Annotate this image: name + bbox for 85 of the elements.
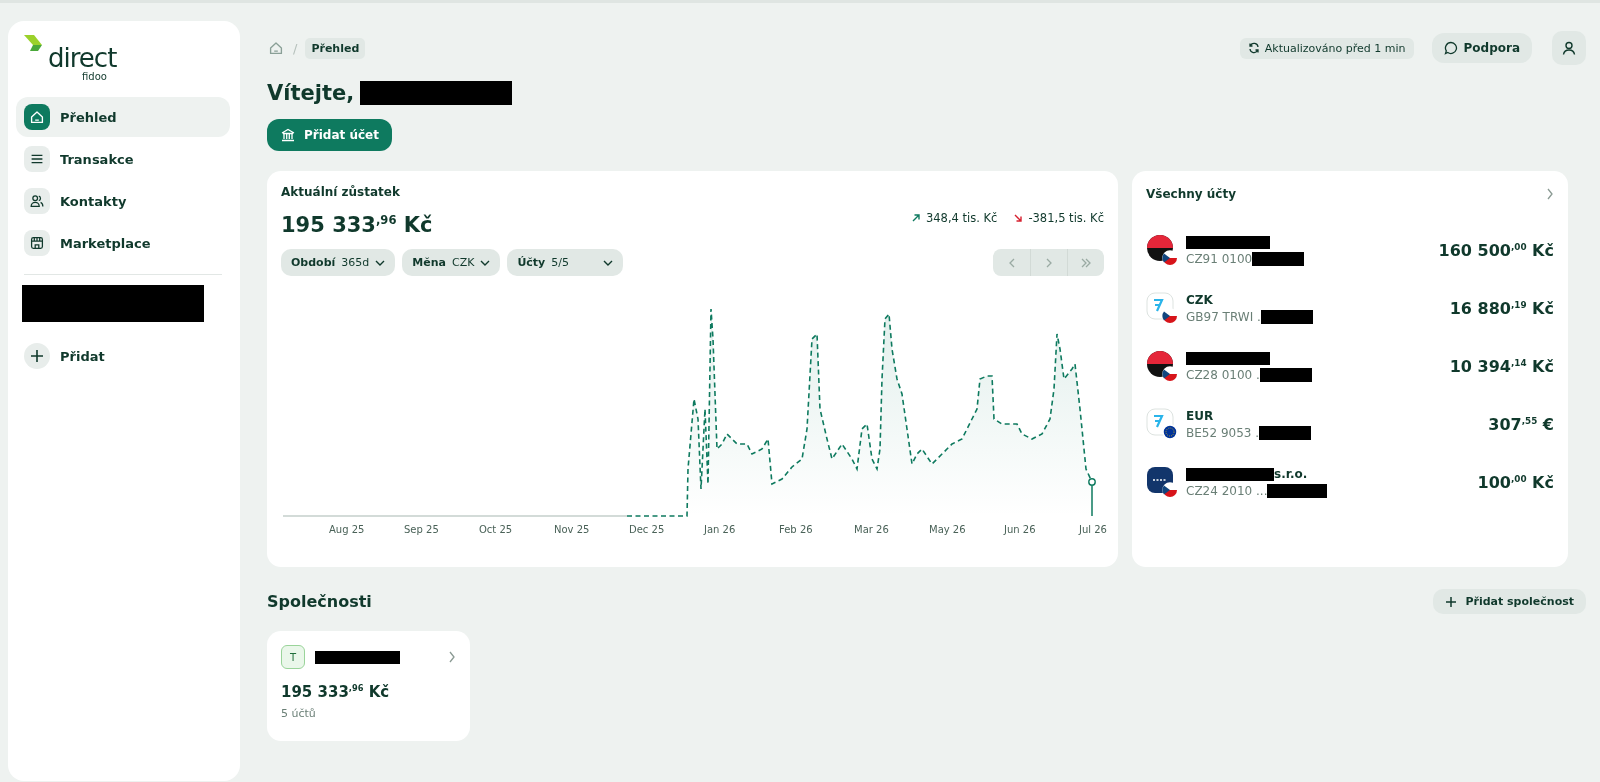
axis-label: Feb 26: [779, 524, 814, 535]
profile-button[interactable]: [1552, 31, 1586, 65]
axis-label: Nov 25: [554, 524, 591, 535]
chevron-down-icon: [375, 258, 386, 267]
account-row[interactable]: CZK GB97 TRWI . 16 880$^{,19}$ Kč: [1146, 279, 1554, 337]
account-balance: 307$^{,55}$ €: [1488, 414, 1554, 434]
account-logo-icon: [1146, 408, 1178, 440]
greeting-heading: Vítejte,: [267, 81, 355, 105]
add-account-button[interactable]: Přidat účet: [267, 119, 392, 151]
bank-icon: [280, 127, 296, 143]
refresh-icon: [1247, 42, 1260, 54]
axis-label: Sep 25: [404, 524, 440, 535]
plus-icon: [1445, 595, 1458, 608]
filter-dropdown[interactable]: Účty 5/5: [507, 249, 623, 276]
axis-label: Dec 25: [629, 524, 666, 535]
axis-label: Jul 26: [1079, 524, 1108, 535]
chevron-down-icon: [603, 258, 613, 267]
filter-dropdown[interactable]: Období 365d: [281, 249, 396, 276]
account-balance: 10 394$^{,14}$ Kč: [1449, 356, 1554, 376]
double-chevron-icon: [1080, 257, 1092, 268]
chevron-right-icon[interactable]: [1546, 188, 1554, 200]
account-iban: CZ24 2010 ...: [1186, 484, 1268, 498]
chat-bubble-icon: [1443, 41, 1458, 55]
redacted-block: [1267, 484, 1328, 498]
account-name: EUR: [1186, 409, 1214, 423]
axis-label: May 26: [929, 524, 967, 535]
redacted-block: [1260, 310, 1313, 324]
account-iban: CZ91 0100: [1186, 252, 1253, 266]
account-iban: CZ28 0100 .: [1186, 368, 1260, 382]
account-balance: 16 880$^{,19}$ Kč: [1449, 298, 1554, 318]
sidebar-item[interactable]: Transakce: [16, 139, 230, 179]
axis-label: Aug 25: [329, 524, 366, 535]
sidebar-item[interactable]: Kontakty: [16, 181, 230, 221]
add-company-link[interactable]: Přidat: [16, 336, 230, 376]
chevron-down-icon: [480, 258, 491, 267]
account-row[interactable]: CZ28 0100 . 10 394$^{,14}$ Kč: [1146, 337, 1554, 395]
account-name: CZK: [1186, 293, 1213, 307]
filter-dropdown[interactable]: Měna CZK: [402, 249, 501, 276]
arrow-up-right-icon: [910, 213, 921, 223]
card-title: Aktuální zůstatek: [281, 185, 401, 199]
store-icon: [28, 234, 46, 252]
axis-label: Jun 26: [1004, 524, 1037, 535]
company-balance: 195 333$^{,96}$ Kč: [281, 683, 391, 701]
card-title: Všechny účty: [1146, 187, 1236, 201]
account-logo-icon: [1146, 350, 1178, 382]
account-row[interactable]: s.r.o. CZ24 2010 ... 100$^{,00}$ Kč: [1146, 453, 1554, 511]
redacted-block: [1259, 426, 1312, 440]
company-initial: T: [281, 645, 305, 669]
support-button[interactable]: Podpora: [1431, 33, 1532, 63]
account-row[interactable]: CZ91 0100 160 500$^{,00}$ Kč: [1146, 221, 1554, 279]
plus-icon: [30, 349, 44, 363]
axis-label: Jan 26: [704, 524, 737, 535]
chevron-right-icon: [448, 651, 456, 663]
breadcrumb-separator: /: [293, 40, 298, 56]
logo-wordmark: direct: [48, 45, 117, 71]
account-count: 5 účtů: [281, 707, 317, 720]
arrow-down-right-icon: [1013, 213, 1024, 223]
expense-amount: -381,5 tis. Kč: [1028, 211, 1104, 225]
logo-subtitle: fidoo: [82, 71, 108, 82]
company-card[interactable]: T 195 333$^{,96}$ Kč 5 účtů: [267, 631, 470, 741]
account-logo-icon: [1146, 466, 1178, 498]
people-icon: [28, 192, 46, 210]
account-logo-icon: [1146, 292, 1178, 324]
account-row[interactable]: EUR BE52 9053 . 307$^{,55}$ €: [1146, 395, 1554, 453]
account-balance: 160 500$^{,00}$ Kč: [1438, 240, 1554, 260]
account-balance: 100$^{,00}$ Kč: [1477, 472, 1554, 492]
axis-label: Oct 25: [479, 524, 514, 535]
sidebar-item[interactable]: Marketplace: [16, 223, 230, 263]
breadcrumb-current: Přehled: [305, 37, 366, 59]
account-iban: GB97 TRWI .: [1186, 310, 1261, 324]
axis-label: Mar 26: [854, 524, 890, 535]
redacted-block: [1259, 368, 1312, 382]
account-logo-icon: [1146, 234, 1178, 266]
balance-amount: 195 333$^{,96}$ Kč: [281, 213, 433, 237]
user-icon: [1561, 40, 1577, 56]
section-heading: Společnosti: [267, 592, 372, 611]
chevron-right-icon: [1045, 257, 1053, 268]
account-iban: BE52 9053 .: [1186, 426, 1260, 440]
income-amount: 348,4 tis. Kč: [925, 211, 998, 225]
chevron-left-icon: [1007, 257, 1016, 268]
refresh-status[interactable]: Aktualizováno před 1 min: [1239, 37, 1414, 59]
redacted-block: [1252, 252, 1305, 266]
account-name: s.r.o.: [1274, 467, 1308, 481]
add-company-button[interactable]: Přidat společnost: [1433, 589, 1586, 614]
sidebar-item[interactable]: Přehled: [16, 97, 230, 137]
